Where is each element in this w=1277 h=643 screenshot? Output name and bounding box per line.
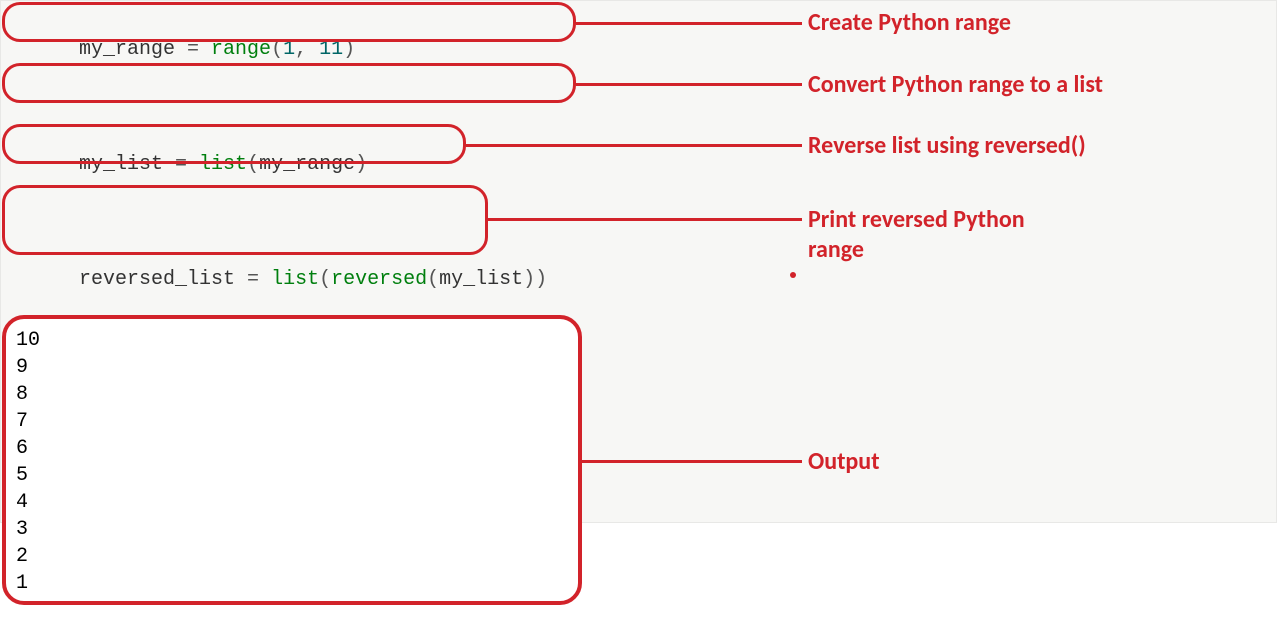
token-fn: range — [211, 38, 271, 61]
connector-output — [582, 460, 802, 463]
code-line-3: reversed_list = list(reversed(my_list)) — [7, 239, 1270, 320]
token-paren: ( — [427, 268, 439, 291]
annotation-output: Output — [808, 447, 880, 477]
connector-2 — [576, 83, 802, 86]
token-fn: reversed — [331, 268, 427, 291]
output-line: 7 — [16, 408, 568, 435]
token-paren: ( — [247, 153, 259, 176]
output-block: 10 9 8 7 6 5 4 3 2 1 — [2, 315, 582, 605]
annotation-3: Reverse list using reversed() — [808, 131, 1086, 161]
token-id: my_range — [259, 153, 355, 176]
token-paren: ( — [271, 38, 283, 61]
output-line: 5 — [16, 462, 568, 489]
annotation-4: Print reversed Python range — [808, 205, 1025, 265]
output-line: 4 — [16, 489, 568, 516]
output-line: 9 — [16, 354, 568, 381]
token-fn: list — [271, 268, 319, 291]
token-fn: list — [199, 153, 247, 176]
token-num: 11 — [319, 38, 343, 61]
connector-4 — [488, 218, 802, 221]
output-line: 10 — [16, 327, 568, 354]
connector-1 — [576, 22, 802, 25]
token-id: my_range — [79, 38, 175, 61]
token-num: 1 — [283, 38, 295, 61]
token-id: my_list — [439, 268, 523, 291]
token-paren: ) — [343, 38, 355, 61]
output-line: 3 — [16, 516, 568, 543]
connector-3 — [466, 144, 802, 147]
output-line: 1 — [16, 570, 568, 597]
stray-dot — [790, 272, 796, 278]
annotation-2: Convert Python range to a list — [808, 70, 1103, 100]
token-paren: ( — [319, 268, 331, 291]
output-line: 8 — [16, 381, 568, 408]
token-paren: ) — [355, 153, 367, 176]
token-paren: )) — [523, 268, 547, 291]
output-line: 2 — [16, 543, 568, 570]
output-line: 6 — [16, 435, 568, 462]
token-op: = — [175, 38, 211, 61]
token-comma: , — [295, 38, 319, 61]
token-id: reversed_list — [79, 268, 235, 291]
token-op: = — [163, 153, 199, 176]
token-op: = — [235, 268, 271, 291]
annotation-1: Create Python range — [808, 8, 1011, 38]
token-id: my_list — [79, 153, 163, 176]
